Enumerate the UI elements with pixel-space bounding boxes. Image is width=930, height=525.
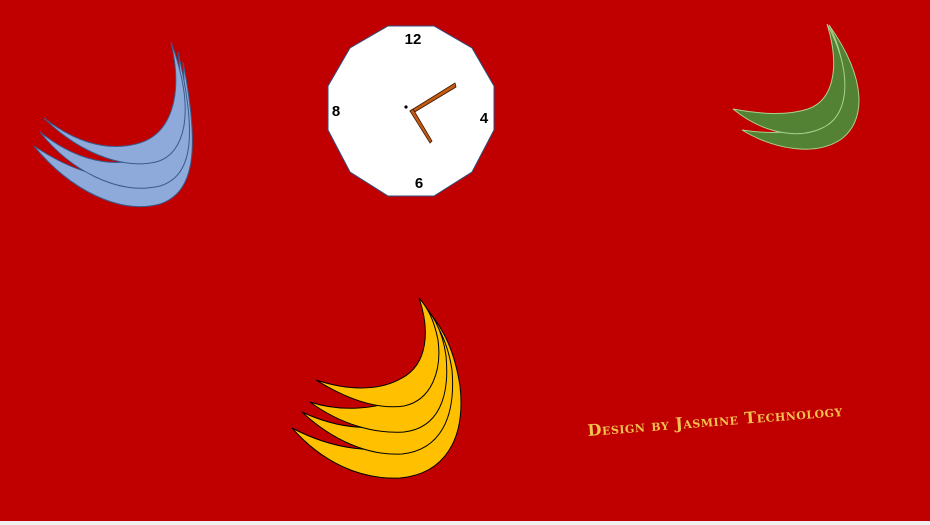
clock-numeral-8: 8 [332,103,340,120]
yellow-crescent-1 [315,297,440,408]
green-crescent-group [732,23,860,150]
blue-crescent-group [33,41,193,208]
clock-numeral-12: 12 [405,31,422,48]
credit-text: Design by Jasmine Technology [587,401,844,440]
slide-canvas: 12 4 6 8 Design by Jasmine Technology [0,0,930,521]
blue-crescent-front [43,41,186,165]
green-crescent-front [732,23,846,135]
clock-numeral-6: 6 [415,175,423,192]
scene-drawing: 12 4 6 8 Design by Jasmine Technology [33,23,860,479]
clock: 12 4 6 8 [327,25,495,197]
clock-center-dot [404,105,408,109]
yellow-crescent-group [291,297,462,479]
bottom-strip [0,521,930,525]
clock-numeral-4: 4 [480,110,489,127]
